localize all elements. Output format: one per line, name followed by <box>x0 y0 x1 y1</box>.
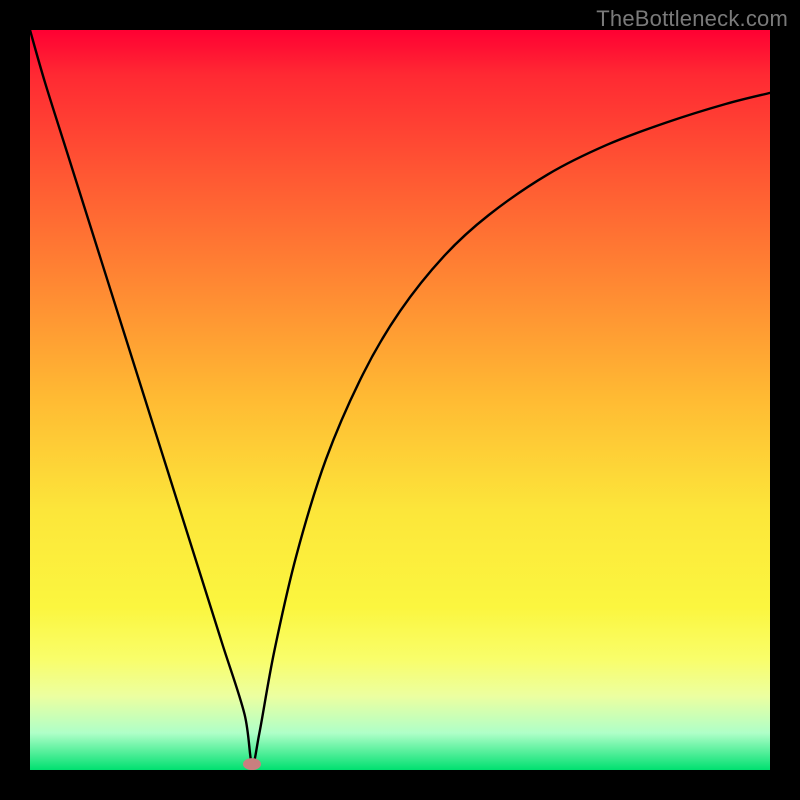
watermark-label: TheBottleneck.com <box>596 6 788 32</box>
plot-background-gradient <box>30 30 770 770</box>
chart-frame: TheBottleneck.com <box>0 0 800 800</box>
